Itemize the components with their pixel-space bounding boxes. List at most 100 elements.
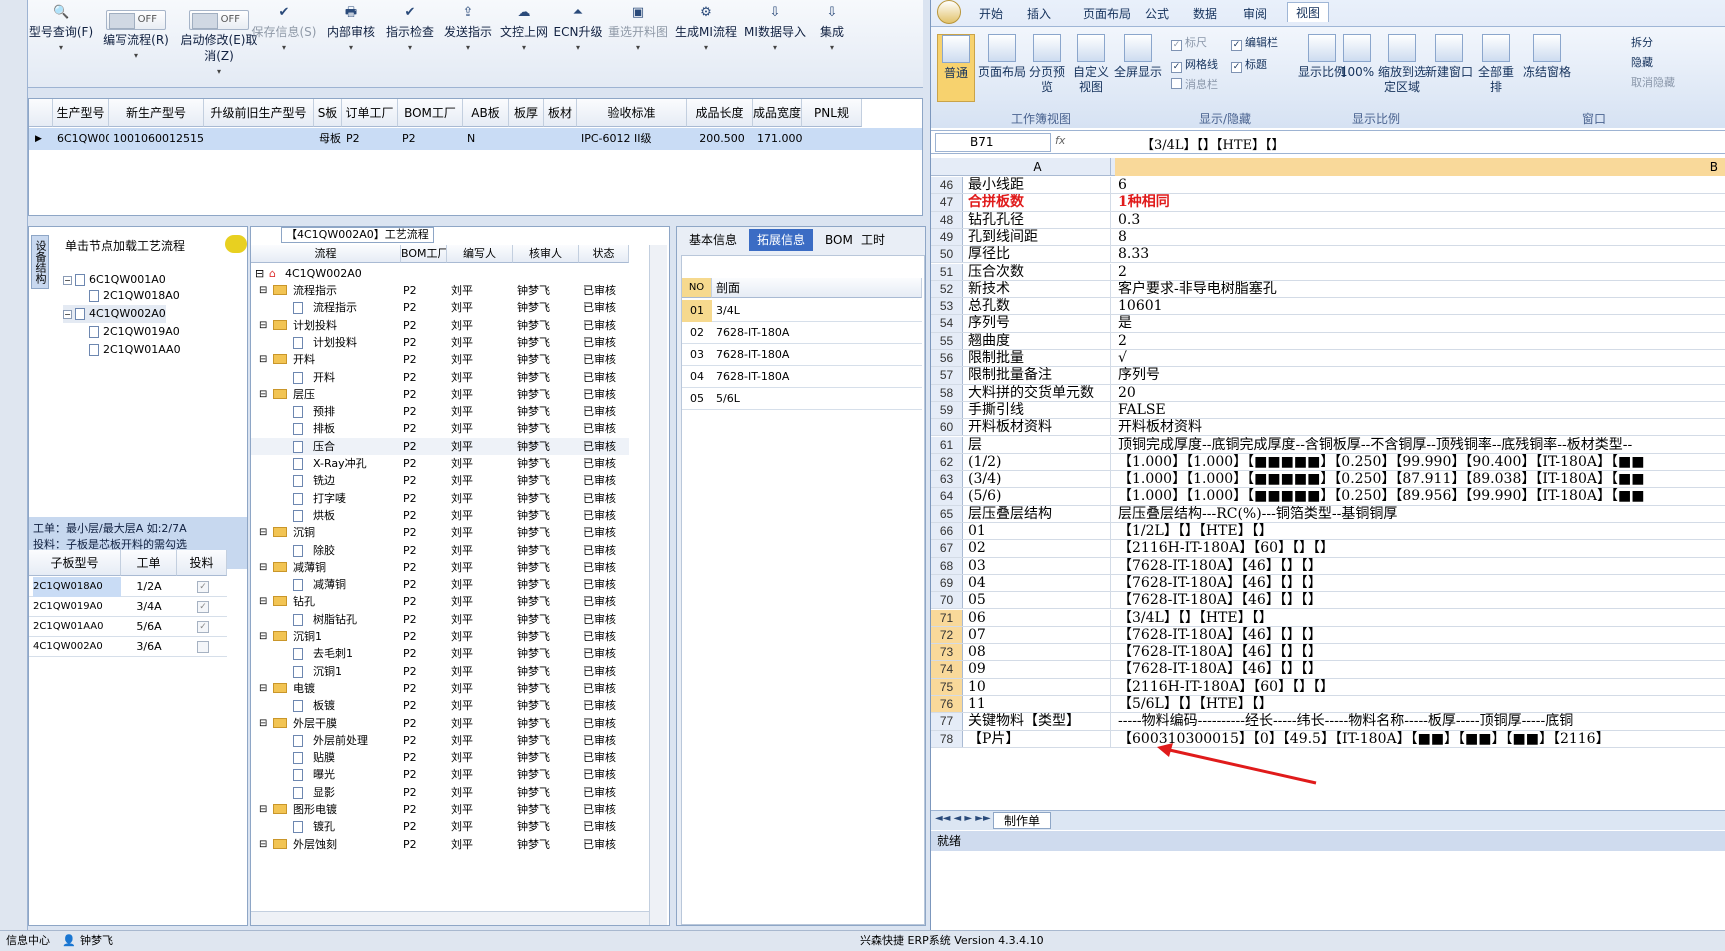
toolbar-button-8[interactable]: ⏶ ECN升级 ▾ <box>553 6 603 70</box>
expand-icon[interactable]: ⊟ <box>259 680 267 697</box>
toolbar-button-5[interactable]: ✔ 指示检查 ▾ <box>383 6 437 70</box>
table-cell[interactable]: 5/6A <box>121 617 177 637</box>
toolbar-button-4[interactable]: 🖶 内部审核 ▾ <box>323 6 379 70</box>
table-row[interactable]: ⊟ 沉铜1 P2 刘平 钟梦飞 已审核 <box>251 628 629 645</box>
cell-a[interactable]: 大料拼的交货单元数 <box>965 384 1111 401</box>
cell-a[interactable]: 序列号 <box>965 315 1111 332</box>
cell-b[interactable]: 6 <box>1115 177 1725 193</box>
table-row[interactable]: X-Ray冲孔 P2 刘平 钟梦飞 已审核 <box>251 455 629 472</box>
sheet-row[interactable]: 70 05 【7628-IT-180A】【46】【】【】 <box>931 592 1725 610</box>
checkbox-box[interactable]: ✓ <box>1231 40 1242 51</box>
expand-icon[interactable]: ⊟ <box>259 351 267 368</box>
column-header[interactable]: 验收标准 <box>577 99 687 127</box>
table-cell[interactable]: 4C1QW002A0 <box>33 637 121 657</box>
column-header[interactable]: 流程 <box>251 245 401 263</box>
row-number[interactable]: 62 <box>931 453 963 471</box>
table-row[interactable]: 板镀 P2 刘平 钟梦飞 已审核 <box>251 697 629 714</box>
edit-toggle[interactable]: OFF <box>189 10 249 30</box>
ribbon-tab-6[interactable]: 视图 <box>1287 2 1330 22</box>
table-row[interactable]: 去毛刺1 P2 刘平 钟梦飞 已审核 <box>251 645 629 662</box>
cell-a[interactable]: 02 <box>965 540 1111 557</box>
table-row[interactable]: 开料 P2 刘平 钟梦飞 已审核 <box>251 369 629 386</box>
table-row[interactable]: 外层前处理 P2 刘平 钟梦飞 已审核 <box>251 732 629 749</box>
table-row[interactable]: ⊟ 沉铜 P2 刘平 钟梦飞 已审核 <box>251 524 629 541</box>
ribbon-tab-0[interactable]: 开始 <box>979 4 1003 24</box>
table-row[interactable]: ▶6C1QW001A010010600125159母板P2P2NIPC-6012… <box>29 128 922 150</box>
sheet-row[interactable]: 69 04 【7628-IT-180A】【46】【】【】 <box>931 574 1725 593</box>
table-cell[interactable]: 3/6A <box>121 637 177 657</box>
sheet-row[interactable]: 76 11 【5/6L】【】【HTE】【】 <box>931 696 1725 714</box>
table-row[interactable]: 2C1QW01AA0 5/6A ✓ <box>29 617 227 637</box>
row-number[interactable]: 71 <box>931 609 963 626</box>
column-b-header[interactable]: B <box>1115 158 1725 176</box>
row-number[interactable]: 46 <box>931 177 963 194</box>
row-number[interactable]: 63 <box>931 471 963 488</box>
expand-icon[interactable]: − <box>63 275 72 285</box>
row-number[interactable]: 47 <box>931 194 963 211</box>
table-row[interactable]: ⊟ 层压 P2 刘平 钟梦飞 已审核 <box>251 386 629 403</box>
cell-a[interactable]: 新技术 <box>965 280 1111 298</box>
sheet-row[interactable]: 49 孔到线间距 8 <box>931 228 1725 247</box>
ribbon-tab-3[interactable]: 公式 <box>1145 4 1169 24</box>
ribbon-button-2[interactable]: 分页预览 <box>1027 34 1067 95</box>
row-number[interactable]: 73 <box>931 644 963 661</box>
sheet-row[interactable]: 54 序列号是 <box>931 315 1725 333</box>
cell-b[interactable]: -----物料编码----------经长-----纬长-----物料名称---… <box>1115 713 1725 729</box>
cell-b[interactable]: 【2116H-IT-180A】【60】【】【】 <box>1115 540 1725 556</box>
sheet-row[interactable]: 53 总孔数 10601 <box>931 298 1725 316</box>
row-number[interactable]: 60 <box>931 419 963 436</box>
cell-a[interactable]: 01 <box>965 523 1111 540</box>
row-number[interactable]: 55 <box>931 332 963 349</box>
cell-b[interactable]: 顶铜完成厚度--底铜完成厚度--含铜板厚--不含铜厚--顶残铜率--底残铜率--… <box>1115 437 1725 453</box>
toolbar-button-1[interactable]: OFF 编写流程(R) ▾ <box>98 6 174 70</box>
table-row[interactable]: 2C1QW019A0 3/4A ✓ <box>29 597 227 617</box>
sheet-row[interactable]: 47 合拼板数 1种相同 <box>931 194 1725 212</box>
table-cell[interactable]: 7628-IT-180A <box>716 322 916 344</box>
column-header[interactable]: PNL规 <box>802 99 862 127</box>
row-number[interactable]: 54 <box>931 315 963 332</box>
row-number[interactable]: 49 <box>931 228 963 246</box>
cell-b[interactable]: 【3/4L】【】【HTE】【】 <box>1115 610 1725 626</box>
ribbon-tab-5[interactable]: 审阅 <box>1243 4 1267 24</box>
sheet-row[interactable]: 61 层顶铜完成厚度--底铜完成厚度--含铜板厚--不含铜厚--顶残铜率--底残铜… <box>931 436 1725 454</box>
cell-a[interactable]: 总孔数 <box>965 298 1111 315</box>
cell-b[interactable]: 【7628-IT-180A】【46】【】【】 <box>1115 575 1725 591</box>
checkbox[interactable]: ✓ <box>197 581 209 593</box>
cell-b[interactable]: 8.33 <box>1115 246 1725 262</box>
cell-a[interactable]: 钻孔孔径 <box>965 211 1111 228</box>
window-item-1[interactable]: 隐藏 <box>1631 54 1653 70</box>
column-header[interactable]: 投料 <box>177 550 227 576</box>
formula-input[interactable]: 【3/4L】【】【HTE】【】 <box>1141 134 1285 153</box>
sheet-row[interactable]: 63 (3/4) 【1.000】【1.000】【■■■■■】【0.250】【87.9… <box>931 471 1725 489</box>
sheet-row[interactable]: 46 最小线距 6 <box>931 177 1725 195</box>
expand-icon[interactable]: ⊟ <box>259 317 267 334</box>
table-cell[interactable]: 7628-IT-180A <box>716 344 916 366</box>
toolbar-button-0[interactable]: 🔍 型号查询(F) ▾ <box>28 6 94 70</box>
tree-root[interactable]: ⊟ ⌂ 4C1QW002A0 <box>251 265 629 282</box>
cell-a[interactable]: 关键物料【类型】 <box>965 713 1111 730</box>
table-cell[interactable]: 2C1QW019A0 <box>33 597 121 617</box>
row-number[interactable]: 76 <box>931 696 963 713</box>
column-header[interactable]: 升级前旧生产型号 <box>204 99 314 127</box>
sheet-row[interactable]: 55 翘曲度 2 <box>931 332 1725 350</box>
expand-icon[interactable]: − <box>63 309 72 319</box>
cell-a[interactable]: 孔到线间距 <box>965 228 1111 246</box>
cell-b[interactable]: 8 <box>1115 229 1725 245</box>
row-number[interactable]: 68 <box>931 557 963 574</box>
cell-a[interactable]: 03 <box>965 557 1111 574</box>
table-row[interactable]: 打字唛 P2 刘平 钟梦飞 已审核 <box>251 490 629 507</box>
sheet-row[interactable]: 50 厚径比 8.33 <box>931 246 1725 264</box>
cell-a[interactable]: 层压叠层结构 <box>965 505 1111 522</box>
table-row[interactable]: 烘板 P2 刘平 钟梦飞 已审核 <box>251 507 629 524</box>
sheet-row[interactable]: 64 (5/6) 【1.000】【1.000】【■■■■■】【0.250】【89.9… <box>931 488 1725 506</box>
checkbox[interactable] <box>197 641 209 653</box>
table-row[interactable]: ⊟ 外层蚀刻 P2 刘平 钟梦飞 已审核 <box>251 836 629 853</box>
tree-node[interactable]: 2C1QW019A0 <box>89 323 180 341</box>
table-row[interactable]: 04 7628-IT-180A <box>682 366 922 388</box>
cell-a[interactable]: 厚径比 <box>965 246 1111 263</box>
cell-b[interactable]: 1种相同 <box>1115 194 1725 210</box>
window-item-2[interactable]: 取消隐藏 <box>1631 74 1675 90</box>
sheet-row[interactable]: 60 开料板材资料 开料板材资料 <box>931 419 1725 437</box>
checkbox-3[interactable]: ✓ 标题 <box>1231 56 1267 73</box>
table-cell[interactable]: 04 <box>682 366 712 388</box>
